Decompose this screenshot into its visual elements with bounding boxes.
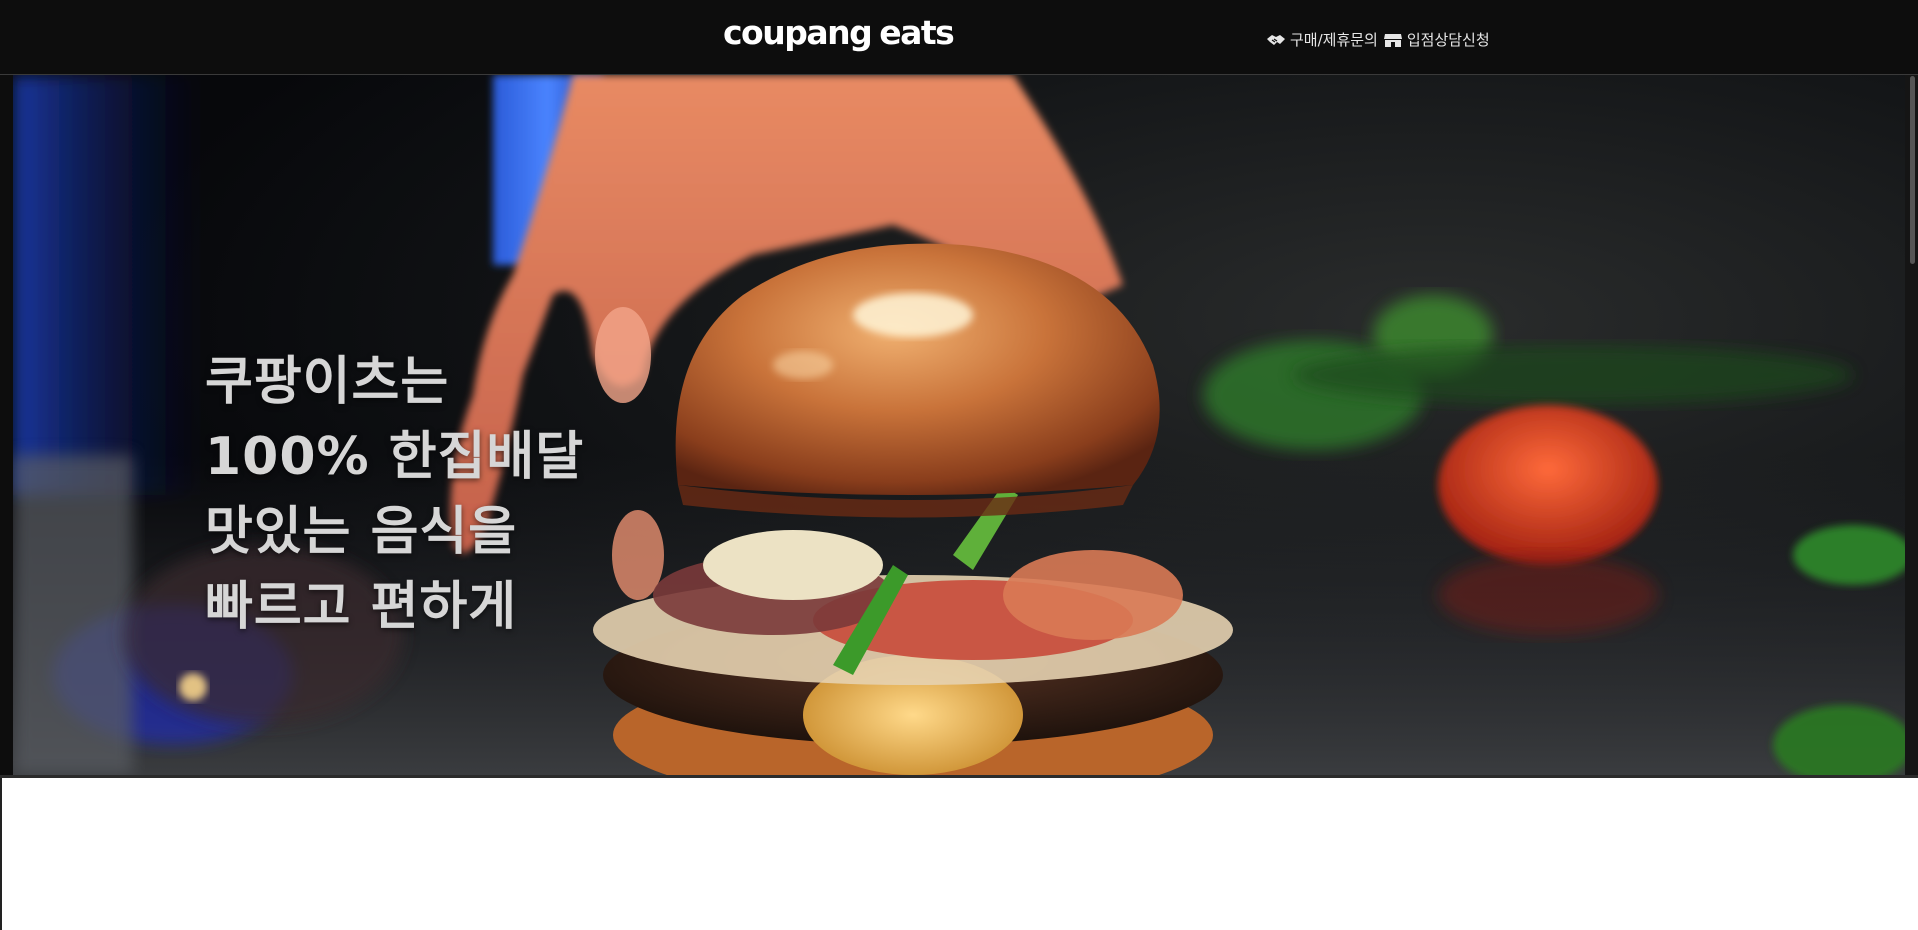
hero-left-edge (0, 75, 13, 775)
hero-banner: 쿠팡이츠는 100% 한집배달 맛있는 음식을 빠르고 편하게 (13, 75, 1905, 775)
logo-text-eats: eats (879, 13, 955, 52)
store-icon (1383, 34, 1402, 47)
hero-line-2: 100% 한집배달 (205, 427, 585, 487)
partnership-inquiry-link[interactable]: 구매/제휴문의 (1266, 28, 1378, 52)
logo-text-coupang: coupang (723, 13, 873, 52)
page: coupang eats 구매/제휴문의 입점상담신청 쿠팡이츠는 100% 한… (0, 0, 1918, 930)
scrollbar-thumb[interactable] (1910, 76, 1915, 264)
content-area (0, 778, 1918, 930)
hero-headline: 쿠팡이츠는 100% 한집배달 맛있는 음식을 빠르고 편하게 (205, 345, 584, 645)
partnership-inquiry-label: 구매/제휴문의 (1290, 31, 1378, 49)
header-links: 구매/제휴문의 입점상담신청 (1266, 28, 1495, 52)
store-application-link[interactable]: 입점상담신청 (1383, 28, 1490, 52)
handshake-icon (1267, 35, 1285, 45)
coupang-eats-logo[interactable]: coupang eats (723, 13, 955, 53)
top-header: coupang eats 구매/제휴문의 입점상담신청 (0, 0, 1918, 75)
hero-line-3: 맛있는 음식을 (205, 502, 518, 562)
hero-line-4: 빠르고 편하게 (205, 577, 518, 637)
store-application-label: 입점상담신청 (1406, 31, 1490, 49)
hero-line-1: 쿠팡이츠는 (205, 352, 450, 412)
